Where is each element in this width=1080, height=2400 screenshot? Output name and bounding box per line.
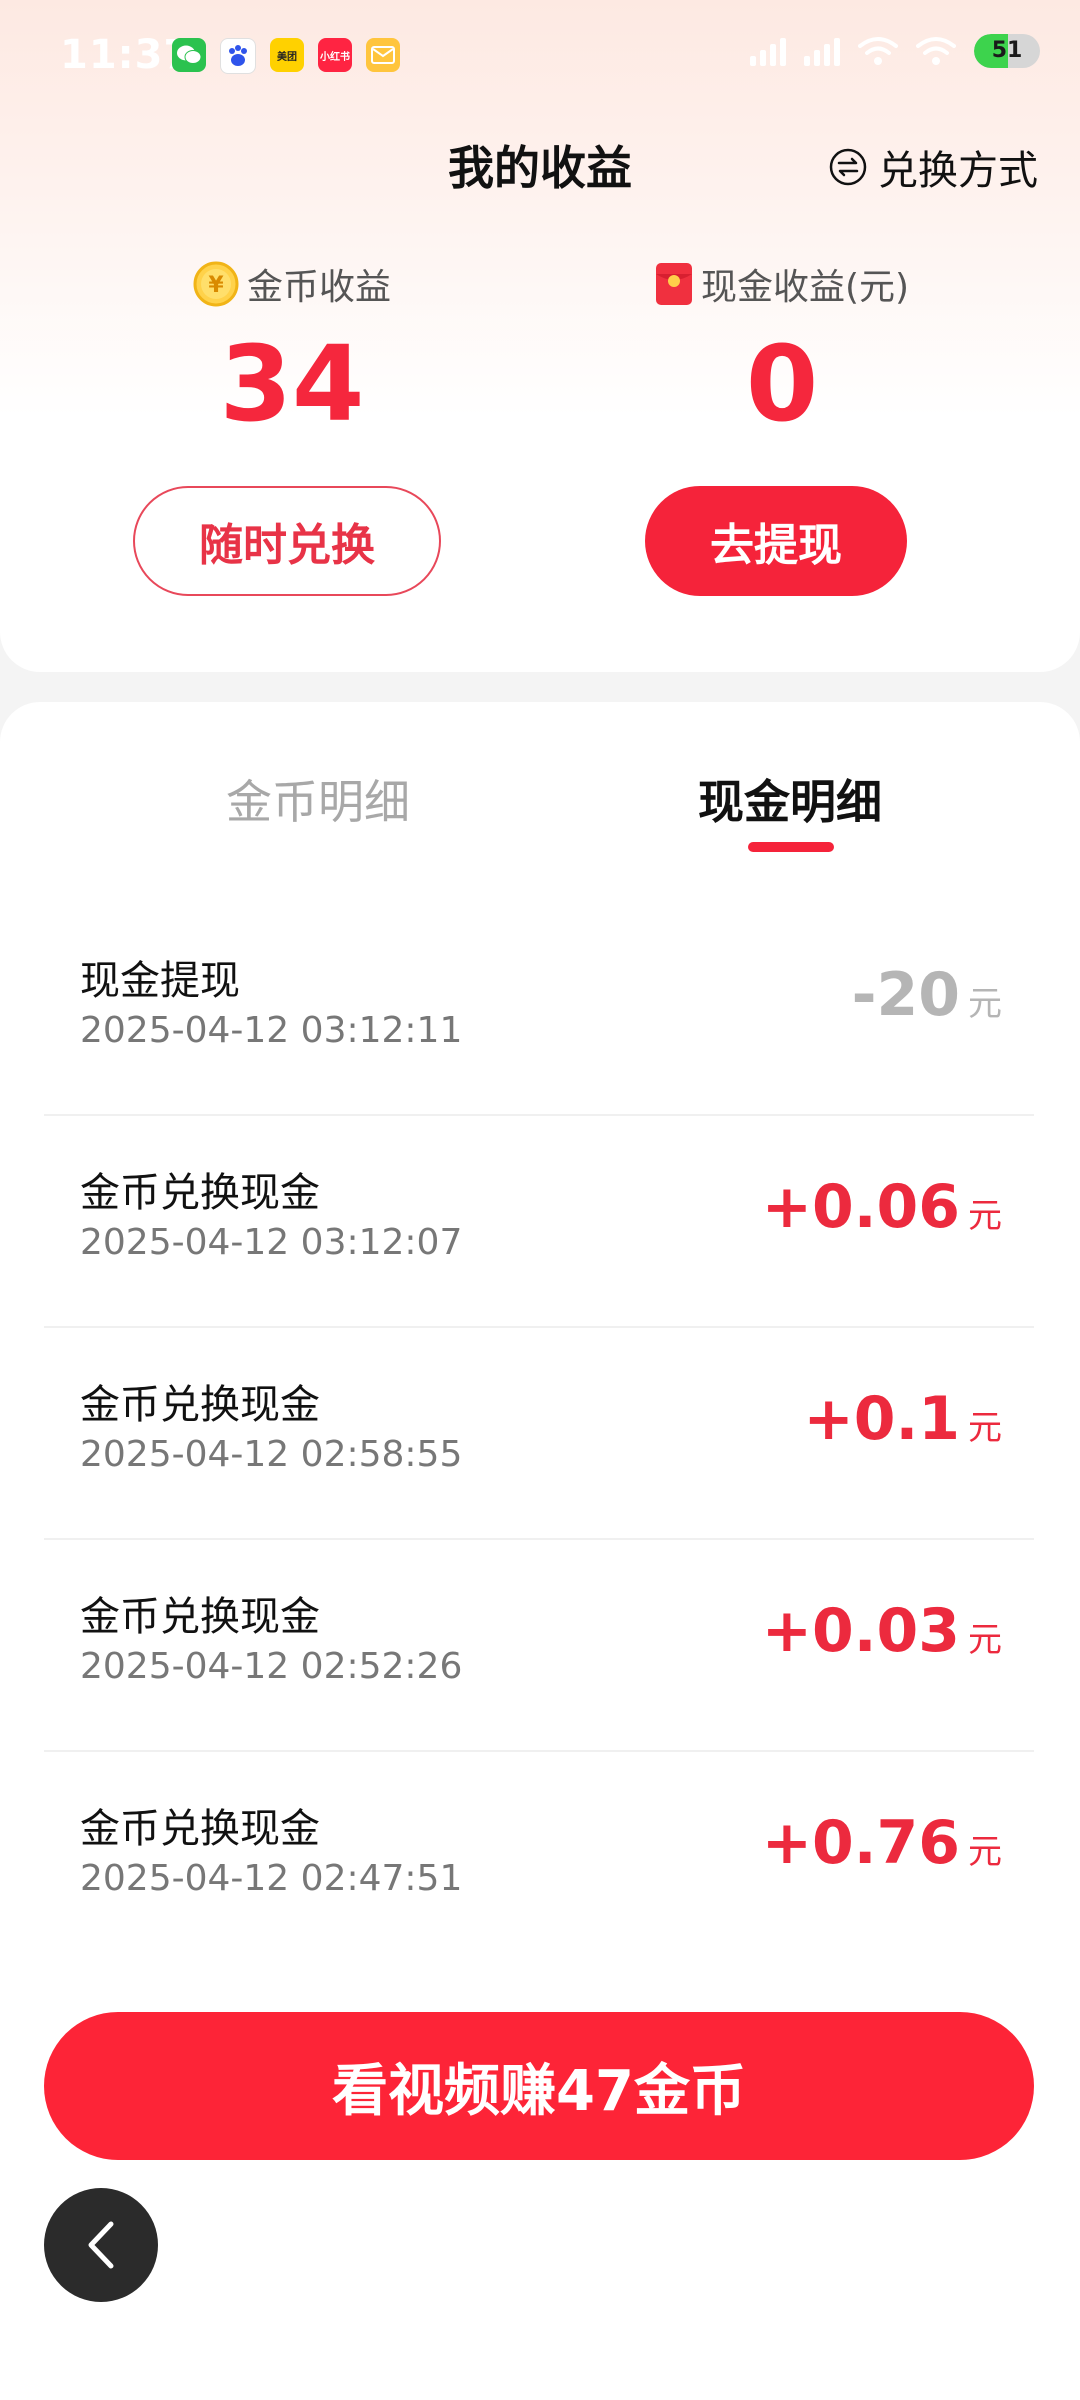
watch-video-earn-button[interactable]: 看视频赚47金币 bbox=[44, 2012, 1034, 2160]
record-amount-value: +0.76 bbox=[761, 1808, 960, 1878]
cash-record-row: 金币兑换现金 2025-04-12 02:52:26 +0.03 元 bbox=[44, 1540, 1034, 1752]
system-indicators: 51 bbox=[750, 34, 1040, 68]
mail-icon bbox=[366, 38, 400, 72]
record-amount: +0.1 元 bbox=[803, 1384, 1002, 1454]
baidu-icon bbox=[220, 38, 256, 74]
record-amount-value: +0.06 bbox=[761, 1172, 960, 1242]
record-title: 金币兑换现金 bbox=[80, 1594, 320, 1640]
cash-record-row: 金币兑换现金 2025-04-12 03:12:07 +0.06 元 bbox=[44, 1116, 1034, 1328]
signal-icon bbox=[750, 36, 786, 66]
record-time: 2025-04-12 02:52:26 bbox=[80, 1646, 463, 1687]
exchange-method-label: 兑换方式 bbox=[878, 148, 1038, 194]
record-amount-value: +0.03 bbox=[761, 1596, 960, 1666]
cash-record-row: 金币兑换现金 2025-04-12 02:58:55 +0.1 元 bbox=[44, 1328, 1034, 1540]
record-amount-unit: 元 bbox=[968, 1196, 1002, 1236]
record-title: 金币兑换现金 bbox=[80, 1170, 320, 1216]
chevron-left-icon bbox=[88, 2221, 114, 2269]
record-title: 金币兑换现金 bbox=[80, 1806, 320, 1852]
gold-earnings: ¥ 金币收益 34 bbox=[82, 256, 502, 450]
cash-record-row: 现金提现 2025-04-12 03:12:11 -20 元 bbox=[44, 904, 1034, 1116]
gold-earnings-label: 金币收益 bbox=[246, 267, 391, 308]
wechat-icon bbox=[172, 38, 206, 72]
battery-icon: 51 bbox=[974, 34, 1040, 68]
back-button[interactable] bbox=[44, 2188, 158, 2302]
status-bar: 11:37 美团 小红书 51 bbox=[0, 0, 1080, 110]
record-amount-unit: 元 bbox=[968, 1620, 1002, 1660]
exchange-anytime-button[interactable]: 随时兑换 bbox=[133, 486, 441, 596]
tab-cash-details[interactable]: 现金明细 bbox=[640, 766, 940, 832]
active-tab-indicator bbox=[748, 842, 834, 852]
exchange-method-button[interactable]: 兑换方式 bbox=[828, 138, 1038, 196]
record-amount-value: -20 bbox=[851, 960, 960, 1030]
record-time: 2025-04-12 03:12:11 bbox=[80, 1010, 463, 1051]
withdraw-button[interactable]: 去提现 bbox=[645, 486, 907, 596]
record-amount-unit: 元 bbox=[968, 1408, 1002, 1448]
coin-icon: ¥ bbox=[193, 261, 239, 307]
record-time: 2025-04-12 02:58:55 bbox=[80, 1434, 463, 1475]
record-title: 现金提现 bbox=[80, 958, 240, 1004]
record-amount-unit: 元 bbox=[968, 984, 1002, 1024]
wifi-icon bbox=[858, 37, 898, 65]
svg-text:¥: ¥ bbox=[208, 273, 224, 298]
red-packet-icon bbox=[655, 263, 692, 305]
record-time: 2025-04-12 02:47:51 bbox=[80, 1858, 463, 1899]
xiaohongshu-icon: 小红书 bbox=[318, 38, 352, 72]
notification-icons: 美团 小红书 bbox=[172, 38, 400, 74]
cash-record-list: 现金提现 2025-04-12 03:12:11 -20 元金币兑换现金 2025-04… bbox=[44, 904, 1034, 1964]
record-amount: +0.06 元 bbox=[762, 1172, 1002, 1242]
details-tabs: 金币明细 现金明细 bbox=[0, 766, 1080, 846]
signal-icon-2 bbox=[804, 36, 840, 66]
cash-earnings-label: 现金收益(元) bbox=[700, 267, 910, 308]
tab-gold-details[interactable]: 金币明细 bbox=[168, 766, 468, 832]
record-amount-unit: 元 bbox=[968, 1832, 1002, 1872]
cash-earnings-value: 0 bbox=[745, 323, 819, 445]
record-amount: +0.76 元 bbox=[762, 1808, 1002, 1878]
record-amount-value: +0.1 bbox=[803, 1384, 960, 1454]
swap-icon bbox=[829, 148, 867, 186]
record-amount: +0.03 元 bbox=[762, 1596, 1002, 1666]
cash-record-row: 金币兑换现金 2025-04-12 02:47:51 +0.76 元 bbox=[44, 1752, 1034, 1964]
earnings-header: 11:37 美团 小红书 51 我的收益 兑换方式 ¥ 金币收益 34 现金收益… bbox=[0, 0, 1080, 672]
record-time: 2025-04-12 03:12:07 bbox=[80, 1222, 463, 1263]
record-amount: -20 元 bbox=[852, 960, 1002, 1030]
cash-earnings: 现金收益(元) 0 bbox=[572, 256, 992, 450]
gold-earnings-value: 34 bbox=[219, 323, 365, 445]
meituan-icon: 美团 bbox=[270, 38, 304, 72]
record-title: 金币兑换现金 bbox=[80, 1382, 320, 1428]
wifi-icon-2 bbox=[916, 37, 956, 65]
battery-percent: 51 bbox=[991, 38, 1023, 63]
